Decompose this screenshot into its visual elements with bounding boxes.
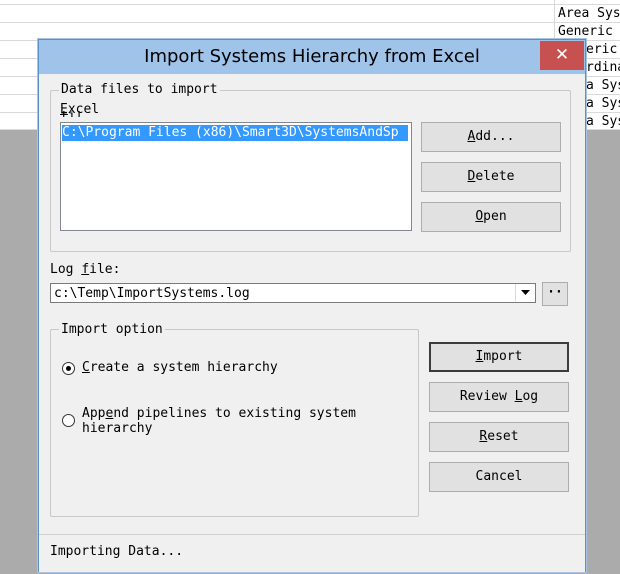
status-text: Importing Data... — [50, 544, 184, 559]
chevron-down-icon — [521, 290, 530, 295]
log-file-label: Log file: — [50, 262, 121, 277]
log-file-value: c:\Temp\ImportSystems.log — [54, 286, 250, 301]
add-button[interactable]: Add... — [421, 122, 561, 152]
sheet-cell[interactable]: eric — [586, 41, 620, 59]
append-pipelines-label[interactable]: Append pipelines to existing system — [82, 406, 356, 422]
reset-button[interactable]: Reset — [429, 422, 569, 452]
sheet-cell[interactable]: rdina — [586, 59, 620, 77]
status-bar: Importing Data... — [39, 534, 585, 572]
append-pipelines-radio[interactable] — [62, 414, 75, 427]
dialog-title-bar[interactable]: Import Systems Hierarchy from Excel ✕ — [39, 40, 585, 74]
data-files-group-label: Data files to import — [59, 82, 220, 98]
dropdown-button[interactable] — [515, 284, 535, 301]
cancel-button[interactable]: Cancel — [429, 462, 569, 492]
create-hierarchy-label[interactable]: Create a system hierarchy — [82, 360, 278, 376]
review-log-button[interactable]: Review Log — [429, 382, 569, 412]
selected-file-item[interactable]: C:\Program Files (x86)\Smart3D\SystemsAn… — [62, 125, 408, 141]
excel-column-header: Excelfil — [60, 102, 100, 117]
delete-button[interactable]: Delete — [421, 162, 561, 192]
sheet-cell[interactable]: a Sys — [586, 77, 620, 95]
create-hierarchy-radio[interactable] — [62, 362, 75, 375]
log-file-combo[interactable]: c:\Temp\ImportSystems.log — [50, 283, 536, 303]
grid-line — [0, 22, 620, 23]
open-button[interactable]: Open — [421, 202, 561, 232]
import-button[interactable]: Import — [429, 342, 569, 372]
radio-selected-dot — [66, 366, 71, 371]
close-button[interactable]: ✕ — [540, 41, 584, 70]
sheet-cell[interactable]: a Sys — [586, 113, 620, 131]
dialog-title: Import Systems Hierarchy from Excel — [144, 46, 480, 67]
import-option-group-label: Import option — [59, 322, 165, 338]
browse-log-button[interactable]: ·· — [542, 282, 568, 306]
close-icon: ✕ — [554, 45, 570, 65]
sheet-cell[interactable]: Area Sys — [558, 5, 620, 23]
import-dialog: Import Systems Hierarchy from Excel ✕ Da… — [38, 39, 586, 572]
excel-column-header-line2: fil — [60, 111, 83, 117]
grid-line — [0, 4, 620, 5]
append-pipelines-label-line2[interactable]: hierarchy — [82, 421, 152, 437]
sheet-cell[interactable]: a Sys — [586, 95, 620, 113]
data-files-list[interactable]: C:\Program Files (x86)\Smart3D\SystemsAn… — [60, 122, 412, 231]
